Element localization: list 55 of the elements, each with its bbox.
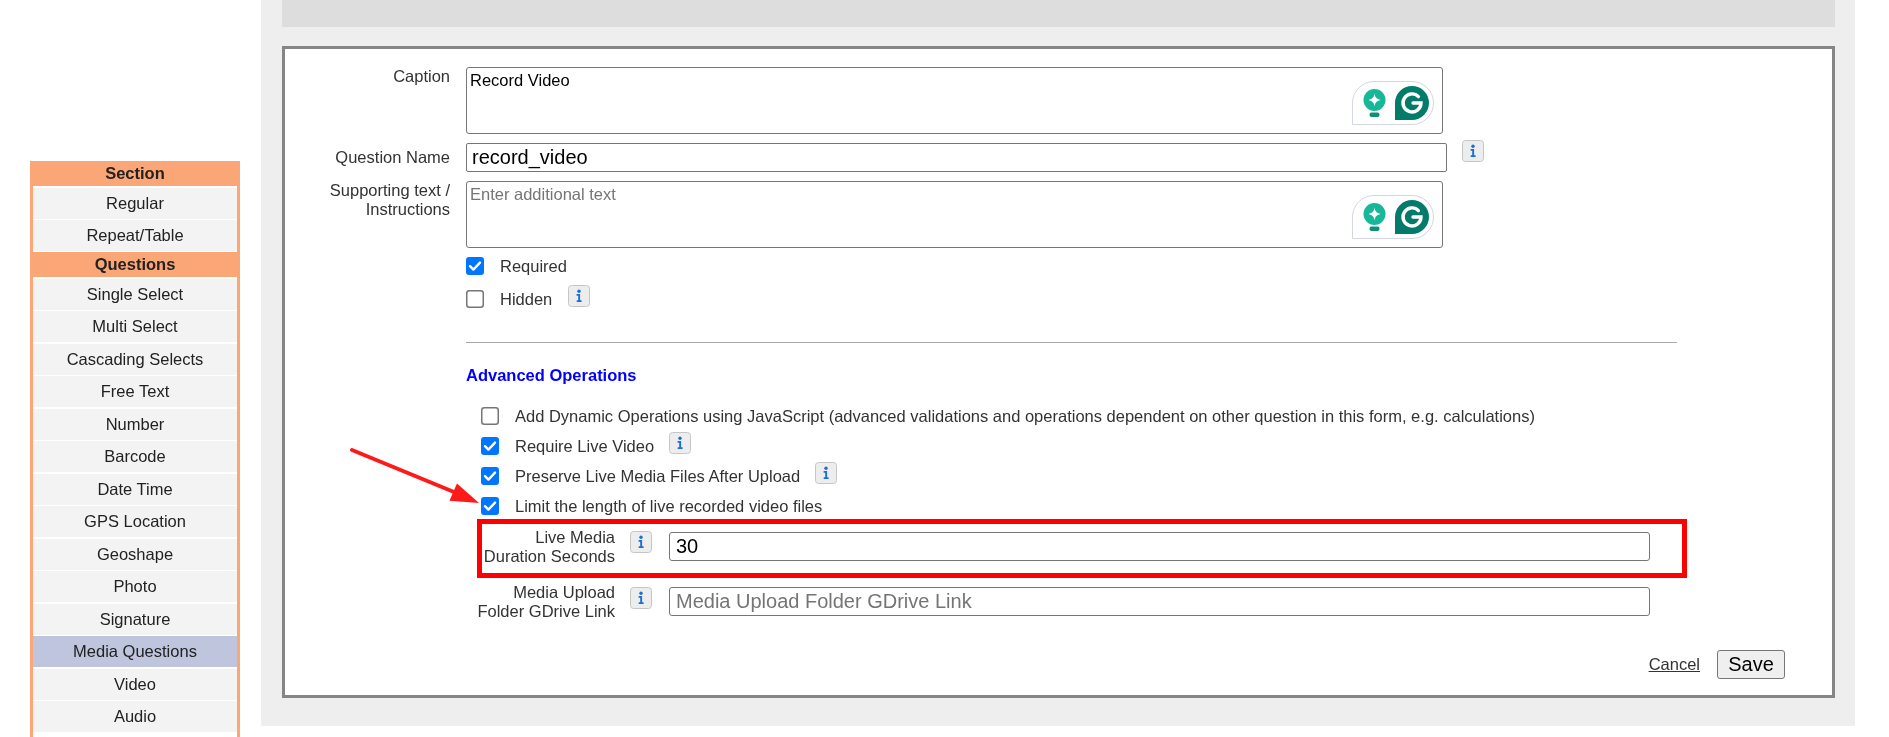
info-icon[interactable] [630,531,652,553]
sidebar-item[interactable]: Video [33,668,237,700]
field-label: Media Upload Folder GDrive Link [476,582,615,621]
sidebar-item[interactable]: Cascading Selects [33,343,237,375]
floating-widget[interactable] [1352,81,1434,125]
section-header: Questions [33,252,237,277]
sidebar-item[interactable]: Single Select [33,278,237,310]
checkbox-label: Require Live Video [515,436,655,456]
checkbox[interactable] [481,467,499,485]
cancel-link[interactable]: Cancel [1648,655,1700,674]
info-icon[interactable] [1462,140,1484,162]
lightbulb-icon [1363,203,1386,231]
checkbox-label: Required [500,256,567,276]
g-logo-icon [1395,86,1429,120]
checkbox[interactable] [466,257,484,275]
sidebar-item[interactable]: GPS Location [33,506,237,537]
sidebar-item[interactable]: Photo [33,571,237,602]
info-icon[interactable] [815,462,838,484]
info-icon[interactable] [630,587,652,609]
text-field[interactable]: 30 [669,531,1650,561]
sidebar-item[interactable]: Multi Select [33,311,237,342]
field-label: Live Media Duration Seconds [482,528,615,566]
field-label: Supporting text / Instructions [328,181,450,219]
text-field[interactable]: Media Upload Folder GDrive Link [669,587,1650,616]
info-icon[interactable] [568,285,591,307]
checkbox-label: Preserve Live Media Files After Upload [515,466,801,486]
checkbox[interactable] [481,437,499,455]
text-field[interactable]: record_video [466,143,1447,172]
checkbox-label: Hidden [500,289,553,309]
checkbox[interactable] [481,497,499,515]
field-label: Caption [392,67,450,86]
field-label: Question Name [334,148,450,167]
sidebar-item[interactable]: Signature [33,603,237,635]
sidebar-item[interactable]: Free Text [33,376,237,407]
floating-widget[interactable] [1352,195,1434,239]
sidebar-item[interactable]: Regular [33,187,237,219]
checkbox[interactable] [466,290,484,308]
section-title: Advanced Operations [466,366,637,385]
checkbox-label: Add Dynamic Operations using JavaScript (advanced validations and operations dependent on other question in this form, e.g. calculations) [515,406,1535,426]
lightbulb-icon [1363,89,1386,117]
g-logo-icon [1395,200,1429,234]
sidebar-item[interactable]: Audio [33,701,237,732]
section-header: Section [33,161,237,186]
save-button[interactable]: Save [1717,650,1785,679]
sidebar-item[interactable]: Number [33,408,237,440]
sidebar-item[interactable]: Media Questions [33,636,237,667]
sidebar-item[interactable]: Repeat/Table [33,220,237,251]
info-icon[interactable] [669,432,692,454]
text-area[interactable]: Record Video [466,67,1443,134]
sidebar-item[interactable]: Geoshape [33,538,237,570]
checkbox[interactable] [481,407,499,425]
sidebar-item[interactable]: Barcode [33,441,237,472]
checkbox-label: Limit the length of live recorded video files [515,496,823,516]
text-area[interactable]: Enter additional text [466,181,1443,248]
sidebar-item[interactable]: Date Time [33,473,237,505]
